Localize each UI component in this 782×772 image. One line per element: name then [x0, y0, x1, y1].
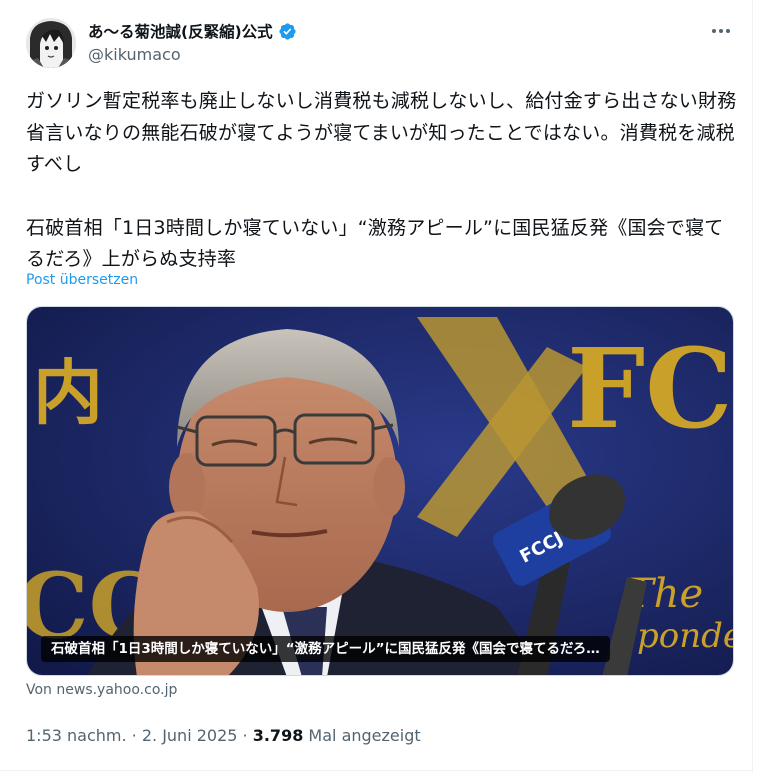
tweet-text-headline: 石破首相「1日3時間しか寝ていない」“激務アピール”に国民猛反発《国会で寝てるだ…	[26, 216, 724, 271]
translate-post-link[interactable]: Post übersetzen	[26, 272, 138, 288]
divider-horizontal	[0, 770, 752, 771]
card-caption: 石破首相「1日3時間しか寝ていない」“激務アピール”に国民猛反発《国会で寝てるだ…	[41, 636, 610, 662]
backdrop-text: FCC	[567, 324, 734, 453]
backdrop-kanji: 内	[33, 351, 103, 434]
tweet-text-body: ガソリン暫定税率も廃止しないし消費税も減税しないし、給付金すら出さない財務省言い…	[26, 90, 737, 175]
more-horizontal-icon	[712, 29, 716, 33]
avatar[interactable]	[26, 18, 76, 68]
card-source[interactable]: Von news.yahoo.co.jp	[26, 682, 177, 698]
divider-vertical	[752, 0, 753, 772]
tweet-text: ガソリン暫定税率も廃止しないし消費税も減税しないし、給付金すら出さない財務省言い…	[26, 86, 738, 276]
author-display-name[interactable]: あ〜る菊池誠(反緊縮)公式	[88, 20, 273, 42]
tweet-time[interactable]: 1:53 nachm.	[26, 726, 127, 745]
meta-separator: ·	[126, 726, 142, 745]
views-label: Mal angezeigt	[308, 726, 421, 745]
views-count: 3.798	[252, 726, 304, 745]
tweet-meta: 1:53 nachm. · 2. Juni 2025 · 3.798 Mal a…	[26, 726, 421, 745]
author-name-row[interactable]: あ〜る菊池誠(反緊縮)公式	[88, 20, 297, 42]
card-photo: FCC 内 The ponde CCJ	[27, 307, 734, 675]
meta-separator-2: ·	[237, 726, 253, 745]
avatar-anime-portrait-icon	[26, 18, 76, 68]
link-preview-card[interactable]: FCC 内 The ponde CCJ	[26, 306, 734, 676]
more-options-button[interactable]	[706, 18, 736, 44]
tweet-article: あ〜る菊池誠(反緊縮)公式 @kikumaco ガソリン暫定税率も廃止しないし消…	[0, 0, 782, 772]
author-handle[interactable]: @kikumaco	[88, 45, 181, 64]
svg-text:ponde: ponde	[637, 616, 734, 656]
verified-badge-icon[interactable]	[278, 22, 297, 41]
tweet-date[interactable]: 2. Juni 2025	[142, 726, 238, 745]
